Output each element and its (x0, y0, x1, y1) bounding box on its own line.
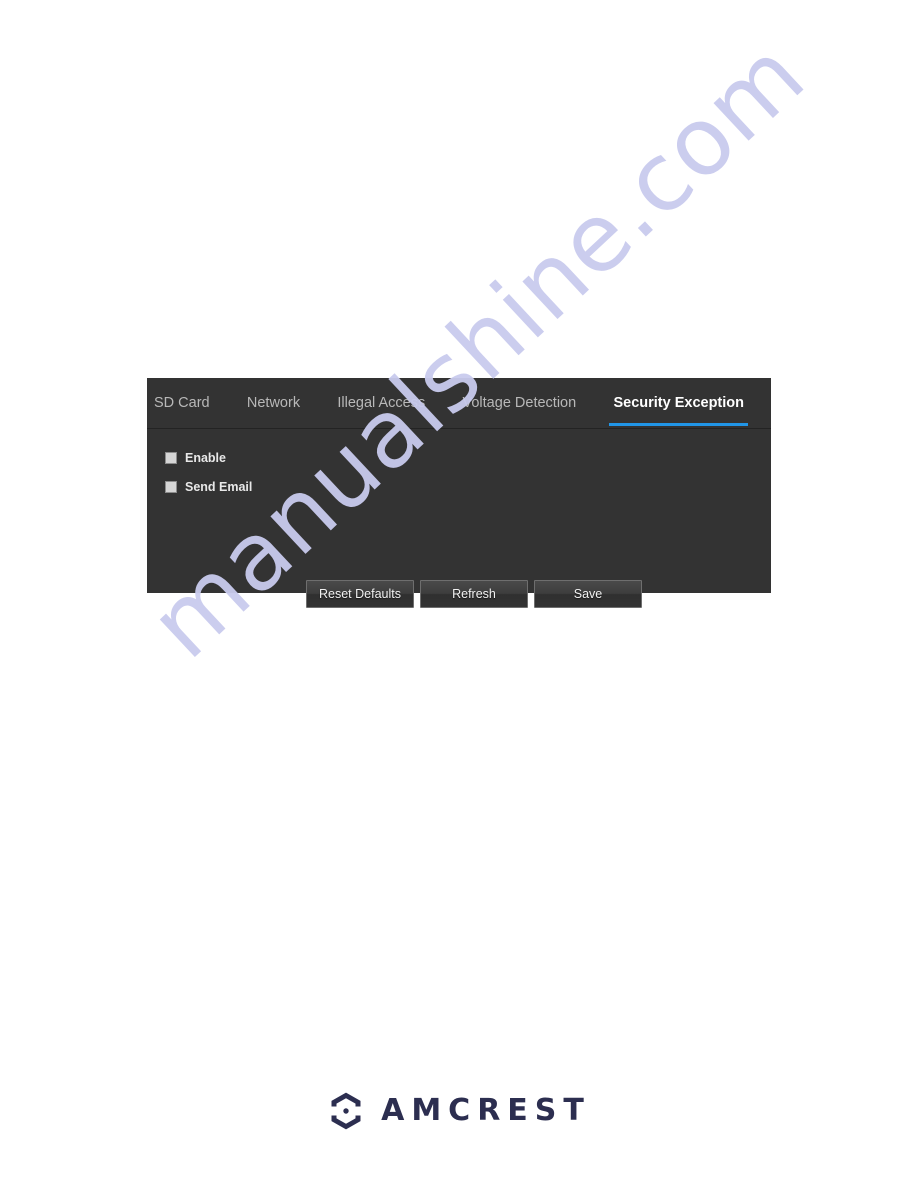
tab-illegal-access[interactable]: Illegal Access (335, 378, 427, 428)
panel-body: Enable Send Email Reset Defaults Refresh… (147, 429, 771, 608)
tab-voltage-detection[interactable]: Voltage Detection (461, 378, 579, 428)
security-exception-panel: SD Card Network Illegal Access Voltage D… (147, 378, 771, 608)
send-email-checkbox[interactable] (165, 481, 177, 493)
tab-security-exception[interactable]: Security Exception (609, 378, 748, 428)
send-email-checkbox-row[interactable]: Send Email (165, 480, 252, 494)
enable-checkbox[interactable] (165, 452, 177, 464)
enable-label: Enable (185, 451, 226, 465)
enable-checkbox-row[interactable]: Enable (165, 451, 226, 465)
footer-brand: AMCREST (0, 1090, 918, 1132)
tab-strip: SD Card Network Illegal Access Voltage D… (152, 378, 748, 428)
refresh-button[interactable]: Refresh (420, 580, 528, 608)
save-button[interactable]: Save (534, 580, 642, 608)
brand-wordmark: AMCREST (381, 1093, 591, 1128)
settings-tab-bar: SD Card Network Illegal Access Voltage D… (147, 378, 771, 429)
send-email-label: Send Email (185, 480, 253, 494)
tab-network[interactable]: Network (245, 378, 302, 428)
amcrest-hexagon-icon (327, 1090, 365, 1132)
reset-defaults-button[interactable]: Reset Defaults (306, 580, 414, 608)
tab-sd-card[interactable]: SD Card (152, 378, 212, 428)
action-button-row: Reset Defaults Refresh Save (306, 580, 642, 608)
